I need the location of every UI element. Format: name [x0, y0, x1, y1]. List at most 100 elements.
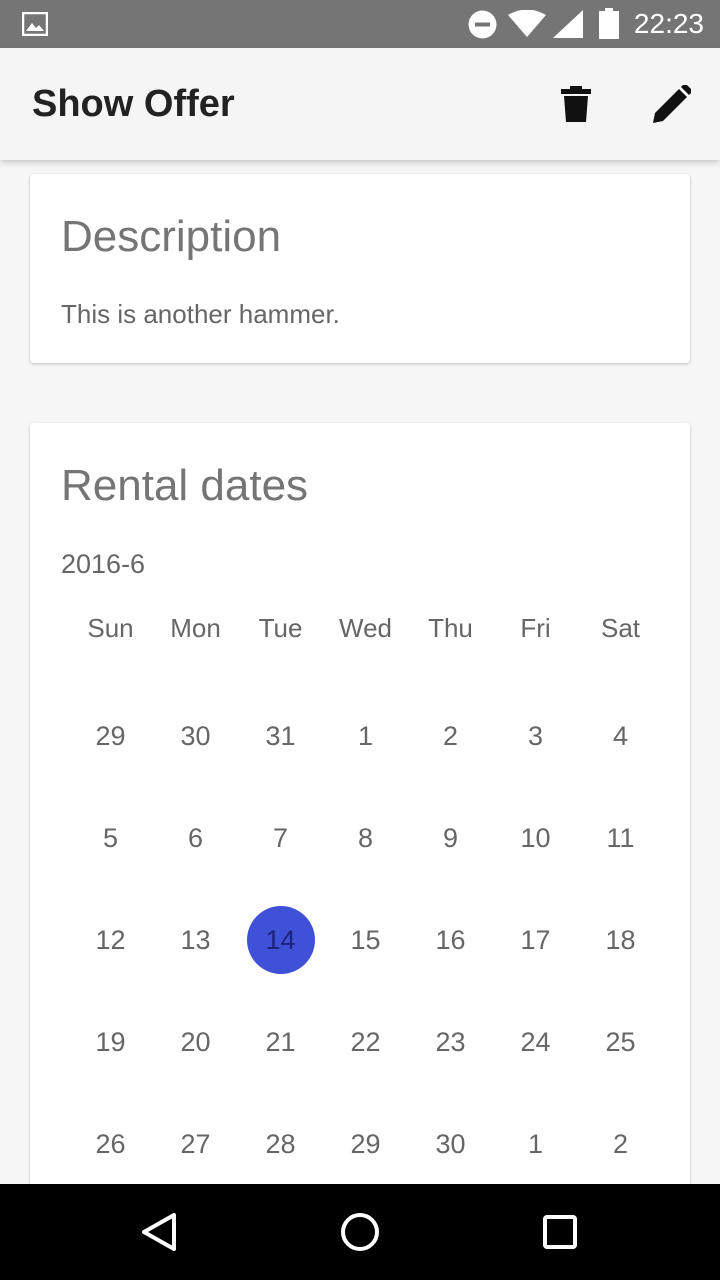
day-number: 21 [265, 1026, 296, 1057]
calendar-day-selected[interactable]: 14 [238, 889, 323, 991]
weekday-wed: Wed [339, 613, 392, 643]
calendar-week: 26 27 28 29 30 1 2 [68, 1093, 663, 1184]
calendar-day[interactable]: 4 [578, 685, 663, 787]
day-number: 24 [520, 1026, 551, 1057]
calendar-day[interactable]: 12 [68, 889, 153, 991]
calendar-week: 5 6 7 8 9 10 11 [68, 787, 663, 889]
day-number: 14 [265, 924, 296, 955]
recents-icon [543, 1215, 577, 1249]
gallery-icon [22, 12, 48, 36]
content-area[interactable]: Description This is another hammer. Rent… [0, 160, 720, 1184]
calendar-day[interactable]: 19 [68, 991, 153, 1093]
calendar-day[interactable]: 22 [323, 991, 408, 1093]
day-number: 16 [435, 924, 466, 955]
calendar-day[interactable]: 25 [578, 991, 663, 1093]
day-number: 17 [520, 924, 551, 955]
status-bar: 22:23 [0, 0, 720, 48]
day-number: 13 [180, 924, 211, 955]
edit-button[interactable] [644, 76, 700, 132]
day-number: 2 [442, 720, 459, 751]
day-number: 5 [102, 822, 119, 853]
calendar-grid: 29 30 31 1 2 3 4 5 6 7 8 9 10 11 12 13 1… [68, 685, 663, 1184]
day-number: 20 [180, 1026, 211, 1057]
day-number: 26 [95, 1128, 126, 1159]
day-number: 28 [265, 1128, 296, 1159]
calendar-day[interactable]: 28 [238, 1093, 323, 1184]
calendar-day[interactable]: 29 [323, 1093, 408, 1184]
day-number: 29 [95, 720, 126, 751]
day-number: 12 [95, 924, 126, 955]
calendar-day[interactable]: 2 [578, 1093, 663, 1184]
description-text: This is another hammer. [61, 299, 340, 329]
day-number: 25 [605, 1026, 636, 1057]
calendar-day[interactable]: 29 [68, 685, 153, 787]
day-number: 8 [357, 822, 374, 853]
description-card: Description This is another hammer. [30, 174, 690, 363]
calendar-day[interactable]: 15 [323, 889, 408, 991]
recents-button[interactable] [536, 1208, 584, 1256]
calendar-day[interactable]: 24 [493, 991, 578, 1093]
calendar-day[interactable]: 17 [493, 889, 578, 991]
calendar-day[interactable]: 30 [408, 1093, 493, 1184]
calendar-day[interactable]: 7 [238, 787, 323, 889]
day-number: 19 [95, 1026, 126, 1057]
weekday-tue: Tue [258, 613, 303, 643]
day-number: 2 [612, 1128, 629, 1159]
app-bar: Show Offer [0, 48, 720, 160]
calendar-week: 12 13 14 15 16 17 18 [68, 889, 663, 991]
calendar-day[interactable]: 10 [493, 787, 578, 889]
weekday-fri: Fri [520, 613, 551, 643]
delete-button[interactable] [548, 76, 604, 132]
wifi-icon [508, 10, 546, 37]
calendar-day[interactable]: 13 [153, 889, 238, 991]
weekday-sat: Sat [600, 613, 641, 643]
page-title: Show Offer [32, 83, 235, 125]
rental-dates-title: Rental dates [61, 461, 309, 510]
day-number: 9 [442, 822, 459, 853]
calendar-day[interactable]: 27 [153, 1093, 238, 1184]
weekday-mon: Mon [170, 613, 221, 643]
day-number: 15 [350, 924, 381, 955]
calendar-month-label: 2016-6 [61, 549, 146, 579]
calendar-day[interactable]: 26 [68, 1093, 153, 1184]
calendar-week: 19 20 21 22 23 24 25 [68, 991, 663, 1093]
cell-signal-icon [553, 10, 583, 38]
home-button[interactable] [336, 1208, 384, 1256]
do-not-disturb-icon [468, 10, 497, 39]
day-number: 10 [520, 822, 551, 853]
calendar-day[interactable]: 8 [323, 787, 408, 889]
day-number: 3 [527, 720, 544, 751]
calendar-day[interactable]: 2 [408, 685, 493, 787]
day-number: 7 [272, 822, 289, 853]
calendar-day[interactable]: 21 [238, 991, 323, 1093]
calendar-day[interactable]: 18 [578, 889, 663, 991]
calendar-day[interactable]: 16 [408, 889, 493, 991]
day-number: 31 [265, 720, 296, 751]
delete-icon [561, 86, 591, 122]
calendar-day[interactable]: 9 [408, 787, 493, 889]
weekday-sun: Sun [87, 613, 134, 643]
calendar-day[interactable]: 1 [323, 685, 408, 787]
rental-dates-card: Rental dates 2016-6 Sun Mon Tue Wed Thu … [30, 423, 690, 1184]
calendar-day[interactable]: 31 [238, 685, 323, 787]
calendar-day[interactable]: 6 [153, 787, 238, 889]
day-number: 23 [435, 1026, 466, 1057]
day-number: 1 [527, 1128, 544, 1159]
calendar-day[interactable]: 1 [493, 1093, 578, 1184]
calendar-week: 29 30 31 1 2 3 4 [68, 685, 663, 787]
day-number: 6 [187, 822, 204, 853]
back-button[interactable] [136, 1208, 184, 1256]
calendar-day[interactable]: 20 [153, 991, 238, 1093]
calendar-day[interactable]: 23 [408, 991, 493, 1093]
calendar-day[interactable]: 11 [578, 787, 663, 889]
day-number: 1 [357, 720, 374, 751]
calendar-day[interactable]: 5 [68, 787, 153, 889]
calendar-day[interactable]: 30 [153, 685, 238, 787]
day-number: 29 [350, 1128, 381, 1159]
day-number: 30 [435, 1128, 466, 1159]
calendar-day[interactable]: 3 [493, 685, 578, 787]
battery-icon [599, 8, 619, 39]
navigation-bar [0, 1184, 720, 1280]
day-number: 27 [180, 1128, 211, 1159]
day-number: 18 [605, 924, 636, 955]
